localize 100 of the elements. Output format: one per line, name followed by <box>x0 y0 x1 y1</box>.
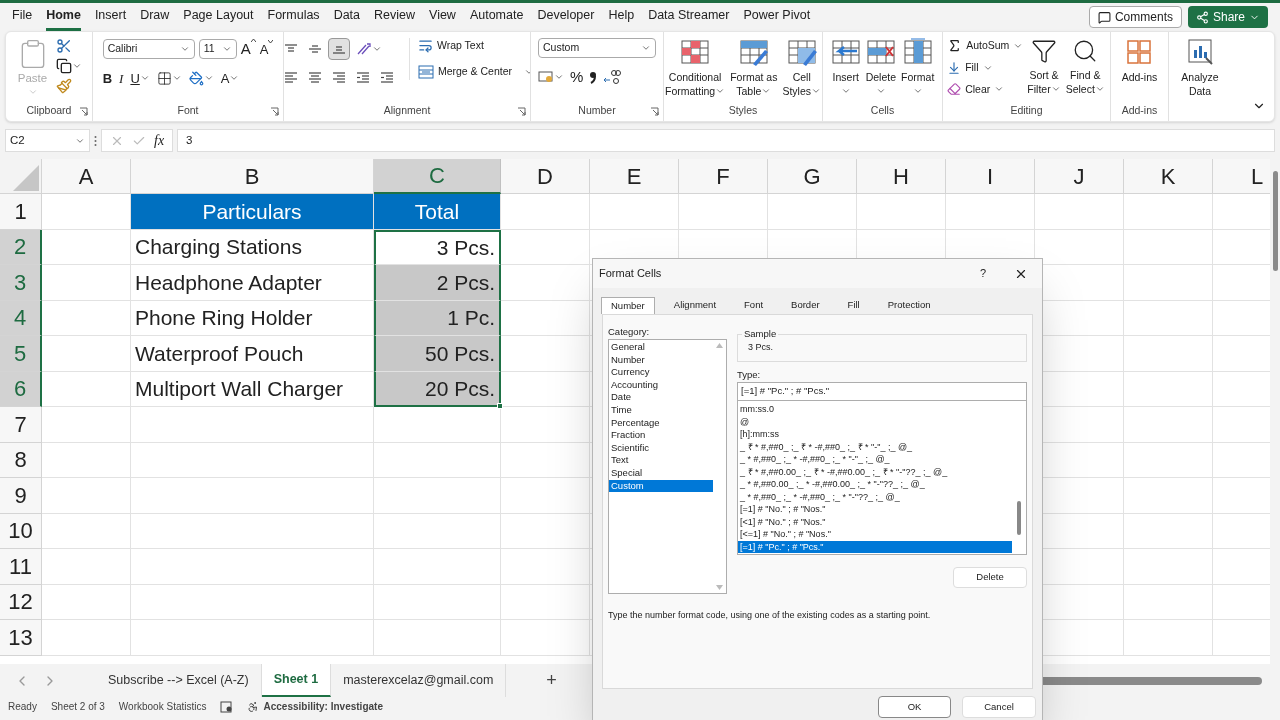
menu-tab[interactable]: Insert <box>94 3 127 31</box>
category-item[interactable]: Time <box>609 403 713 417</box>
column-header[interactable]: A <box>42 159 131 194</box>
menu-tab[interactable]: View <box>429 3 456 31</box>
format-code-item[interactable]: [<=1] # "No." ; # "Nos." <box>738 528 1012 541</box>
format-button[interactable]: Format <box>900 38 936 96</box>
row-header[interactable]: 1 <box>0 194 42 230</box>
dialog-launcher-icon[interactable] <box>79 106 88 116</box>
delete-button[interactable]: Delete <box>953 567 1027 588</box>
row-header[interactable]: 4 <box>0 300 42 336</box>
fill-button[interactable]: Fill <box>947 59 1024 76</box>
menu-tab[interactable]: Page Layout <box>183 3 254 31</box>
format-code-item[interactable]: [<1] # "No." ; # "Nos." <box>738 515 1012 528</box>
sheet-tab[interactable]: Subscribe --> Excel (A-Z) <box>96 664 262 697</box>
category-item[interactable]: Text <box>609 454 713 467</box>
format-code-item[interactable]: _ ₹ * #,##0.00_ ;_ ₹ * -#,##0.00_ ;_ ₹ * "-"??_ ;_ @_ <box>738 465 1012 478</box>
row-header[interactable]: 11 <box>0 549 42 585</box>
format-code-item[interactable]: [h]:mm:ss <box>738 428 1012 441</box>
sheet-tab[interactable]: masterexcelaz@gmail.com <box>331 664 507 697</box>
clear-button[interactable]: Clear <box>947 81 1024 98</box>
insert-button[interactable]: Insert <box>829 38 862 96</box>
category-item[interactable]: Number <box>609 353 713 367</box>
dialog-tab[interactable]: Alignment <box>664 297 726 314</box>
insert-function-button[interactable]: fx <box>154 130 165 151</box>
name-box[interactable]: C2 <box>5 129 90 152</box>
share-button[interactable]: Share <box>1187 6 1268 28</box>
font-name-dropdown[interactable]: Calibri <box>102 39 195 60</box>
number-format-dropdown[interactable]: Custom <box>538 38 656 58</box>
scroll-down-icon[interactable] <box>716 585 723 590</box>
cancel-button[interactable]: Cancel <box>962 696 1036 718</box>
column-header[interactable]: G <box>768 159 857 194</box>
column-header[interactable]: C <box>374 159 501 194</box>
dialog-tab[interactable]: Border <box>782 297 829 314</box>
orientation-button[interactable] <box>355 42 382 56</box>
column-header[interactable]: L <box>1213 159 1270 194</box>
column-header[interactable]: B <box>131 159 374 194</box>
cell-styles-button[interactable]: Cell Styles <box>781 38 822 98</box>
autosum-button[interactable]: AutoSum <box>947 38 1024 54</box>
column-header[interactable]: H <box>857 159 946 194</box>
add-ins-button[interactable]: Add-ins <box>1120 38 1159 84</box>
vertical-align-button[interactable] <box>327 38 350 60</box>
formula-input[interactable]: 3 <box>177 129 1275 152</box>
comma-style-button[interactable] <box>589 70 598 85</box>
font-color-button[interactable]: A <box>220 68 240 88</box>
conditional-formatting-button[interactable]: Conditional Formatting <box>664 38 727 98</box>
row-header[interactable]: 9 <box>0 478 42 514</box>
dialog-launcher-icon[interactable] <box>270 106 279 116</box>
column-header[interactable]: I <box>946 159 1035 194</box>
increase-decimal-button[interactable] <box>603 69 622 86</box>
merge-center-button[interactable]: Merge & Center <box>417 63 530 80</box>
format-code-item[interactable]: mm:ss.0 <box>738 403 1012 416</box>
category-item[interactable]: Special <box>609 466 713 480</box>
row-header[interactable]: 13 <box>0 620 42 656</box>
accounting-format-button[interactable] <box>538 71 564 84</box>
menu-tab[interactable]: Help <box>608 3 635 31</box>
category-item[interactable]: Accounting <box>609 378 713 392</box>
dialog-tab[interactable]: Font <box>735 297 773 314</box>
fill-handle[interactable] <box>497 403 503 409</box>
copy-button[interactable] <box>55 58 82 74</box>
analyze-data-button[interactable]: Analyze Data <box>1180 38 1220 98</box>
category-item[interactable]: Date <box>609 391 713 404</box>
row-header[interactable]: 8 <box>0 442 42 478</box>
menu-tab[interactable]: File <box>12 3 33 31</box>
column-header[interactable]: J <box>1035 159 1124 194</box>
dialog-launcher-icon[interactable] <box>517 106 526 116</box>
font-size-dropdown[interactable]: 11 <box>198 39 237 60</box>
italic-button[interactable]: I <box>119 68 124 88</box>
menu-tab[interactable]: Data <box>333 3 361 31</box>
menu-tab[interactable]: Power Pivot <box>743 3 811 31</box>
column-header[interactable]: F <box>679 159 768 194</box>
category-item[interactable]: Currency <box>609 366 713 379</box>
category-item[interactable]: Custom <box>609 479 713 493</box>
help-button[interactable]: ? <box>979 265 986 282</box>
column-header[interactable]: D <box>501 159 590 194</box>
row-header[interactable]: 6 <box>0 371 42 407</box>
grow-font-button[interactable]: A <box>240 38 256 61</box>
ok-button[interactable]: OK <box>878 696 951 718</box>
underline-button[interactable]: U <box>130 68 150 88</box>
find-select-button[interactable]: Find & Select <box>1064 38 1106 96</box>
format-code-list[interactable] <box>737 401 1027 555</box>
format-code-item[interactable]: [=1] # "Pc." ; # "Pcs." <box>738 540 1012 553</box>
delete-cells-button[interactable]: Delete <box>864 38 898 96</box>
shrink-font-button[interactable]: A <box>259 39 274 59</box>
format-code-item[interactable]: _ ₹ * #,##0_ ;_ ₹ * -#,##0_ ;_ ₹ * "-"_ ;_ @_ <box>738 440 1012 453</box>
format-code-item[interactable]: _ * #,##0_ ;_ * -#,##0_ ;_ * "-"??_ ;_ @_ <box>738 490 1012 503</box>
dialog-tab[interactable]: Fill <box>838 297 869 314</box>
add-sheet-button[interactable]: + <box>546 667 557 694</box>
scrollbar-thumb[interactable] <box>1017 501 1021 535</box>
format-code-item[interactable]: @ <box>738 415 1012 428</box>
category-item[interactable]: General <box>609 341 713 354</box>
percent-button[interactable]: % <box>570 66 584 89</box>
accessibility-button[interactable]: Accessibility: Investigate <box>247 699 383 714</box>
format-code-item[interactable]: _ * #,##0.00_ ;_ * -#,##0.00_ ;_ * "-"??_ ;_ @_ <box>738 478 1012 491</box>
macro-recorder-icon[interactable] <box>220 700 234 713</box>
menu-tab[interactable]: Developer <box>537 3 595 31</box>
comments-button[interactable]: Comments <box>1088 6 1182 28</box>
format-code-item[interactable]: _ * #,##0_ ;_ * -#,##0_ ;_ * "-"_ ;_ @_ <box>738 453 1012 466</box>
row-header[interactable]: 7 <box>0 407 42 443</box>
category-item[interactable]: Fraction <box>609 429 713 442</box>
scroll-up-icon[interactable] <box>716 343 723 348</box>
